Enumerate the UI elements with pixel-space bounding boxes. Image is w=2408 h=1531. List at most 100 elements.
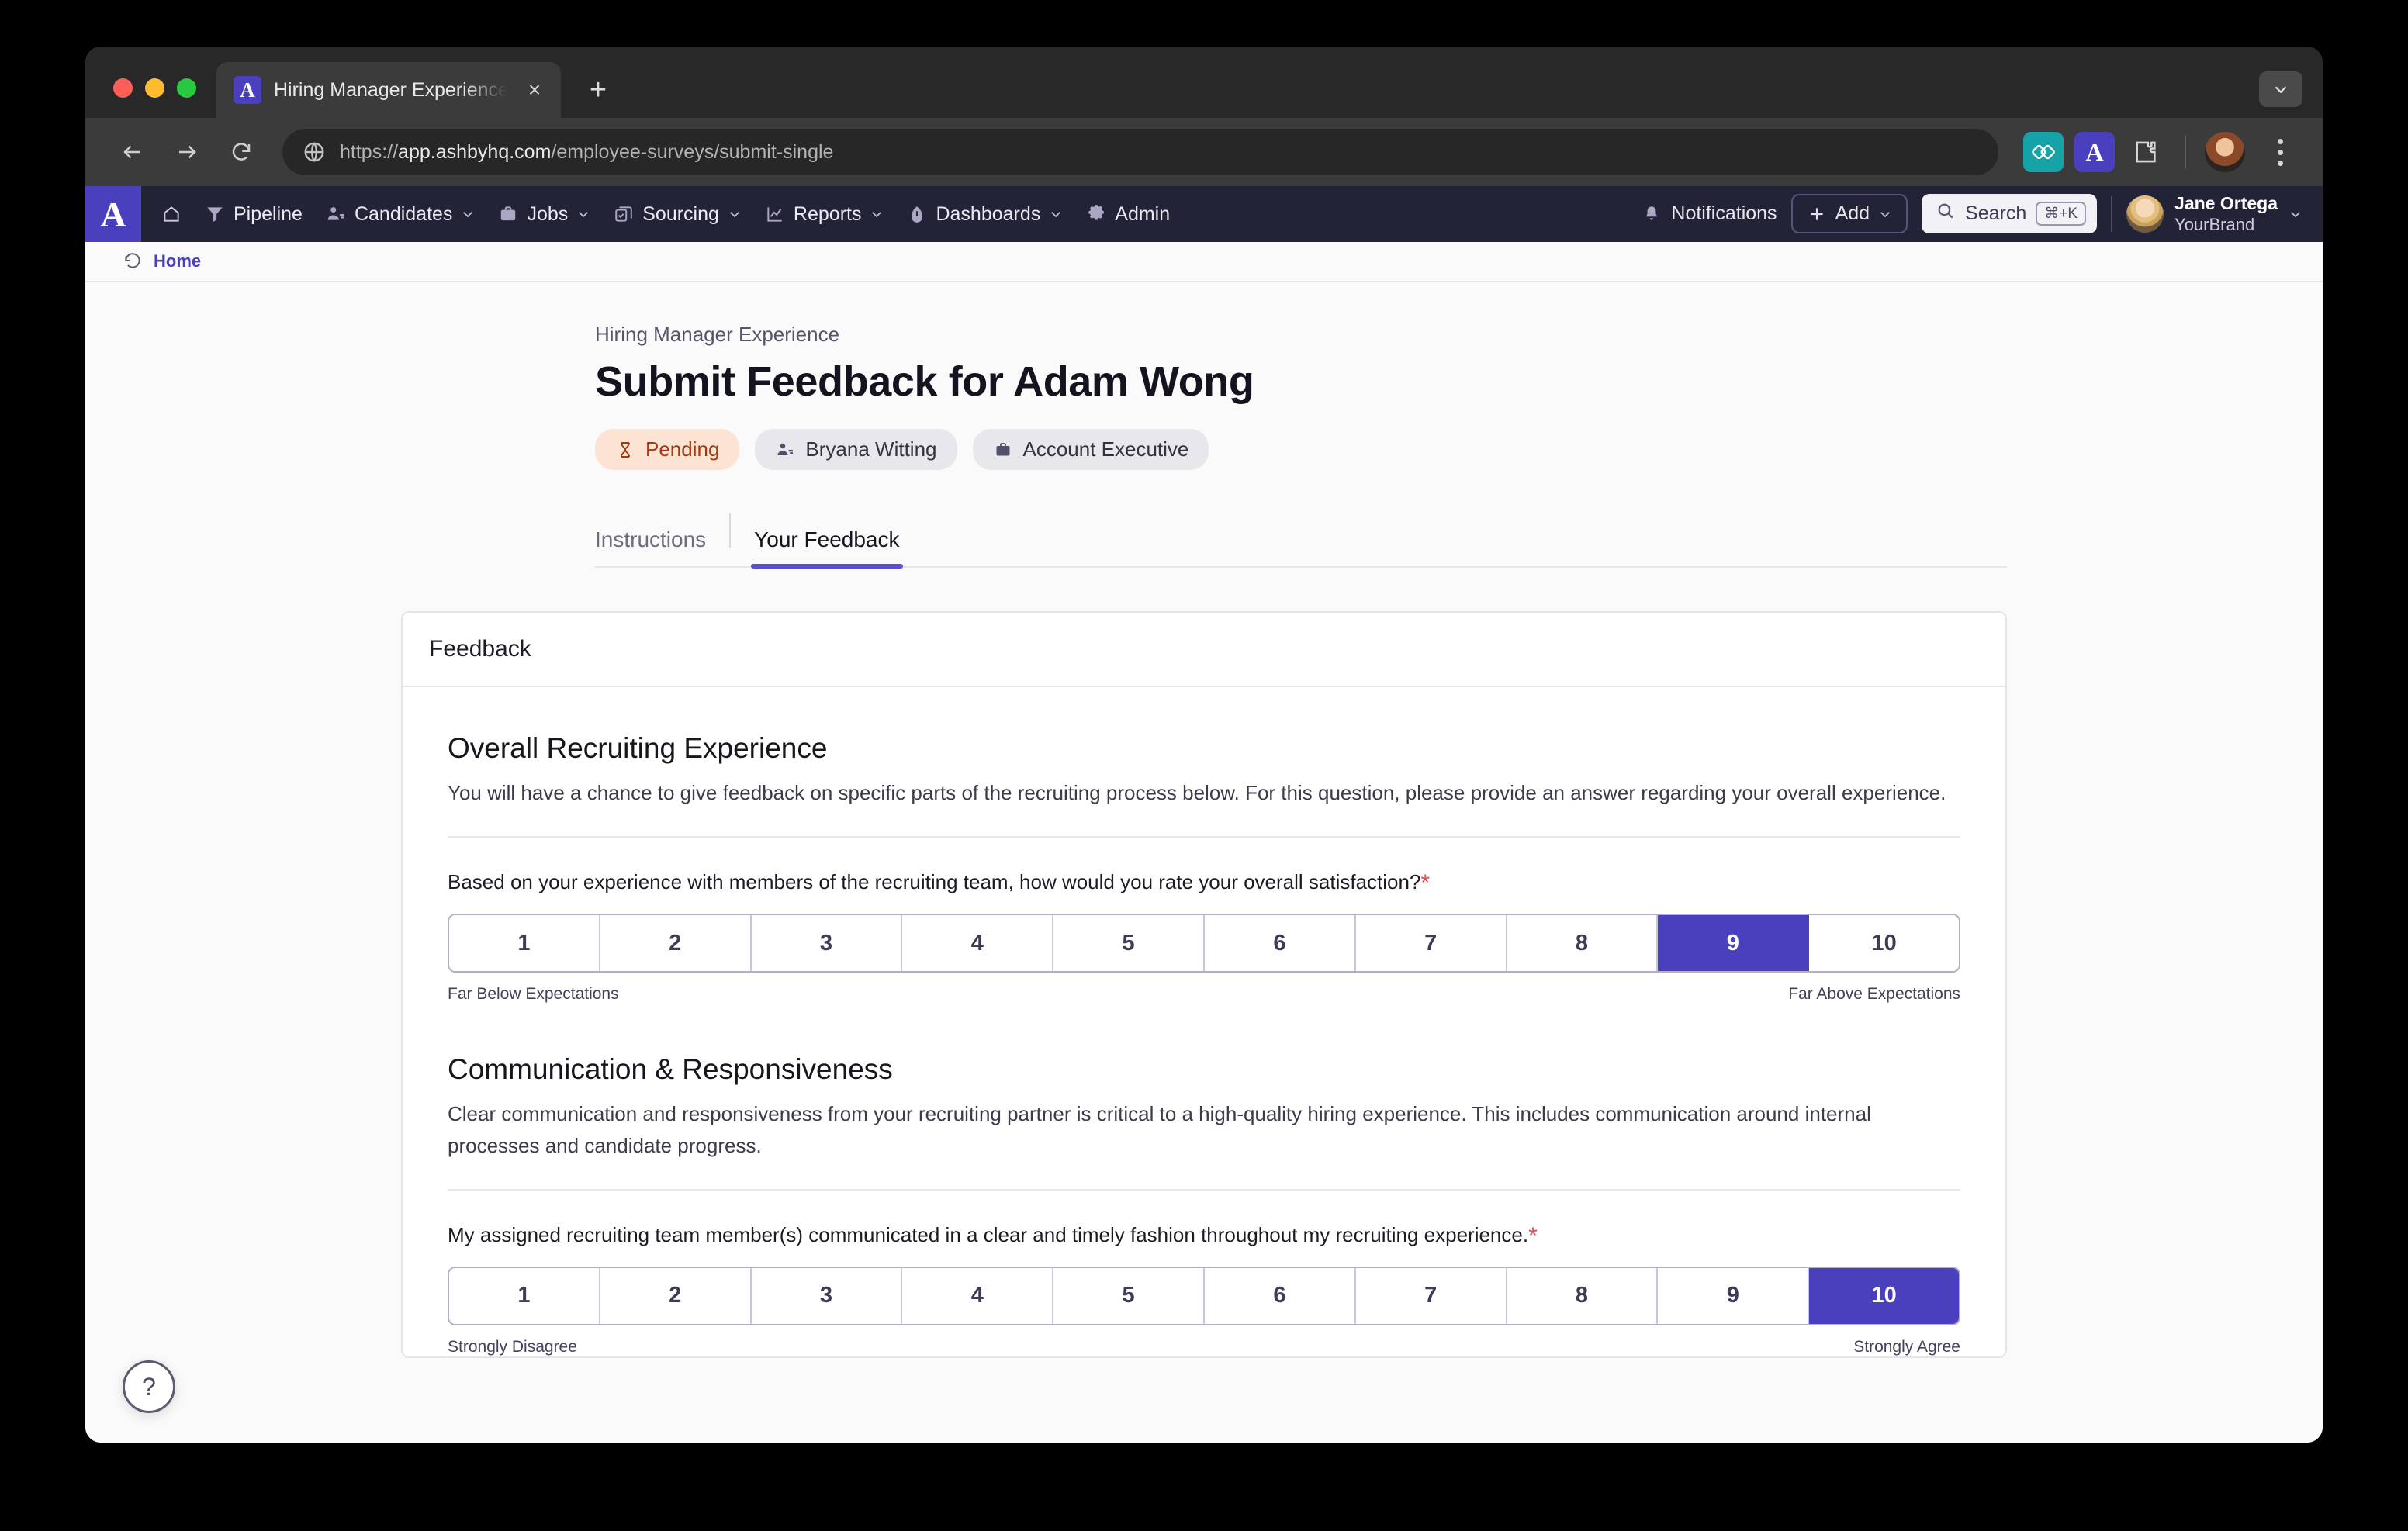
nav-item-label: Dashboards <box>936 202 1041 225</box>
role-badge-label: Account Executive <box>1022 437 1189 461</box>
user-name: Jane Ortega <box>2174 193 2278 214</box>
maximize-window-button[interactable] <box>177 78 196 98</box>
search-button[interactable]: Search ⌘+K <box>1922 194 2098 234</box>
search-label: Search <box>1965 202 2027 225</box>
address-bar-url: https://app.ashbyhq.com/employee-surveys… <box>340 141 833 164</box>
rating-option[interactable]: 10 <box>1809 915 1959 972</box>
chevron-down-icon <box>1880 212 1890 218</box>
rating-option[interactable]: 4 <box>902 915 1054 972</box>
nav-item-label: Sourcing <box>642 202 719 225</box>
tab-list-chevron-icon[interactable] <box>2259 71 2302 107</box>
rating-option[interactable]: 1 <box>449 915 600 972</box>
tab-your-feedback[interactable]: Your Feedback <box>734 527 919 569</box>
browser-menu-icon[interactable] <box>2261 130 2299 174</box>
nav-item-admin[interactable]: Admin <box>1075 195 1181 233</box>
extension-teal-icon[interactable] <box>2023 132 2064 172</box>
rating-option[interactable]: 2 <box>600 1267 752 1324</box>
rating-option[interactable]: 7 <box>1355 915 1507 972</box>
page-header: Hiring Manager Experience Submit Feedbac… <box>85 282 2323 569</box>
window-controls <box>85 78 196 118</box>
nav-item-dashboards[interactable]: Dashboards <box>896 195 1074 233</box>
people-icon <box>775 440 795 460</box>
extensions-puzzle-icon[interactable] <box>2126 132 2166 172</box>
nav-item-sourcing[interactable]: Sourcing <box>603 195 752 233</box>
app-navigation-bar: A Pipeline Candidates Jobs Sourcing Repo… <box>85 186 2323 242</box>
rating-option[interactable]: 9 <box>1658 1267 1810 1324</box>
rating-option-selected[interactable]: 10 <box>1809 1267 1959 1324</box>
question-label: My assigned recruiting team member(s) co… <box>448 1222 1529 1246</box>
briefcase-icon <box>993 440 1013 460</box>
rating-option[interactable]: 3 <box>751 1267 903 1324</box>
question-label: Based on your experience with members of… <box>448 870 1421 894</box>
page-viewport: A Pipeline Candidates Jobs Sourcing Repo… <box>85 186 2323 1443</box>
notifications-button[interactable]: Notifications <box>1642 202 1777 225</box>
back-button[interactable] <box>109 128 157 176</box>
rating-scale[interactable]: 1 2 3 4 5 6 7 8 9 10 <box>448 914 1960 973</box>
rating-left-label: Strongly Disagree <box>448 1337 577 1356</box>
tab-instructions[interactable]: Instructions <box>595 527 726 566</box>
history-icon <box>123 251 143 271</box>
close-tab-icon[interactable]: × <box>519 74 550 105</box>
rating-option[interactable]: 5 <box>1054 1267 1205 1324</box>
rating-scale[interactable]: 1 2 3 4 5 6 7 8 9 10 <box>448 1266 1960 1325</box>
recruiter-badge: Bryana Witting <box>755 429 957 470</box>
nav-item-jobs[interactable]: Jobs <box>487 195 601 233</box>
rating-option[interactable]: 5 <box>1054 915 1205 972</box>
ashby-extension-icon[interactable]: A <box>2074 132 2115 172</box>
rating-option[interactable]: 8 <box>1507 1267 1659 1324</box>
rating-right-label: Strongly Agree <box>1853 1337 1960 1356</box>
nav-item-candidates[interactable]: Candidates <box>315 195 486 233</box>
rating-option[interactable]: 3 <box>751 915 903 972</box>
browser-toolbar: https://app.ashbyhq.com/employee-surveys… <box>85 118 2323 186</box>
user-menu[interactable]: Jane Ortega YourBrand <box>2126 193 2302 234</box>
section-divider <box>448 836 1960 838</box>
new-tab-button[interactable]: + <box>578 70 618 110</box>
ashby-logo-icon[interactable]: A <box>85 186 141 242</box>
rating-option[interactable]: 4 <box>902 1267 1054 1324</box>
app-nav-items: Pipeline Candidates Jobs Sourcing Report… <box>141 195 1181 233</box>
rating-option[interactable]: 6 <box>1204 915 1356 972</box>
role-badge: Account Executive <box>972 429 1209 470</box>
search-shortcut-badge: ⌘+K <box>2036 202 2087 226</box>
address-bar[interactable]: https://app.ashbyhq.com/employee-surveys… <box>282 129 1998 175</box>
add-button[interactable]: Add <box>1790 194 1908 234</box>
browser-profile-avatar[interactable] <box>2205 132 2245 172</box>
browser-tab[interactable]: A Hiring Manager Experience · × <box>216 62 561 118</box>
nav-item-label: Candidates <box>354 202 453 225</box>
status-badge-label: Pending <box>645 437 720 461</box>
rating-option[interactable]: 6 <box>1204 1267 1356 1324</box>
rating-option-selected[interactable]: 9 <box>1658 915 1810 972</box>
user-org: YourBrand <box>2174 214 2255 234</box>
page-badges: Pending Bryana Witting Account Executive <box>595 429 2007 470</box>
close-window-button[interactable] <box>113 78 133 98</box>
breadcrumb-home-link[interactable]: Home <box>154 251 201 271</box>
url-path: /employee-surveys/submit-single <box>551 140 834 163</box>
reload-button[interactable] <box>217 128 265 176</box>
page-header-inner: Hiring Manager Experience Submit Feedbac… <box>401 323 2007 569</box>
chevron-down-icon <box>2291 212 2300 218</box>
rating-option[interactable]: 2 <box>600 915 752 972</box>
forward-button[interactable] <box>163 128 211 176</box>
page-title: Submit Feedback for Adam Wong <box>595 358 1254 405</box>
nav-item-reports[interactable]: Reports <box>754 195 895 233</box>
chevron-down-icon <box>463 212 473 218</box>
tab-divider <box>729 513 732 548</box>
section-description: Clear communication and responsiveness f… <box>448 1102 1871 1157</box>
minimize-window-button[interactable] <box>145 78 164 98</box>
section-title: Communication & Responsiveness <box>448 1053 893 1086</box>
feedback-section: Overall Recruiting Experience You will h… <box>448 732 1960 1004</box>
browser-tab-title: Hiring Manager Experience · <box>274 78 507 101</box>
rating-option[interactable]: 1 <box>449 1267 600 1324</box>
nav-item-label: Reports <box>793 202 862 225</box>
app-nav-right: Notifications Add Search ⌘+K Jane Ortega… <box>1642 193 2323 234</box>
question-text: Based on your experience with members of… <box>448 870 1960 897</box>
rating-option[interactable]: 7 <box>1355 1267 1507 1324</box>
nav-item-home[interactable] <box>150 196 192 232</box>
browser-tabstrip: A Hiring Manager Experience · × + <box>85 47 2323 118</box>
help-button[interactable]: ? <box>123 1360 175 1413</box>
rating-left-label: Far Below Expectations <box>448 985 619 1004</box>
rating-option[interactable]: 8 <box>1507 915 1659 972</box>
nav-item-pipeline[interactable]: Pipeline <box>194 195 313 233</box>
sourcing-icon <box>614 204 634 224</box>
home-icon <box>161 204 182 224</box>
